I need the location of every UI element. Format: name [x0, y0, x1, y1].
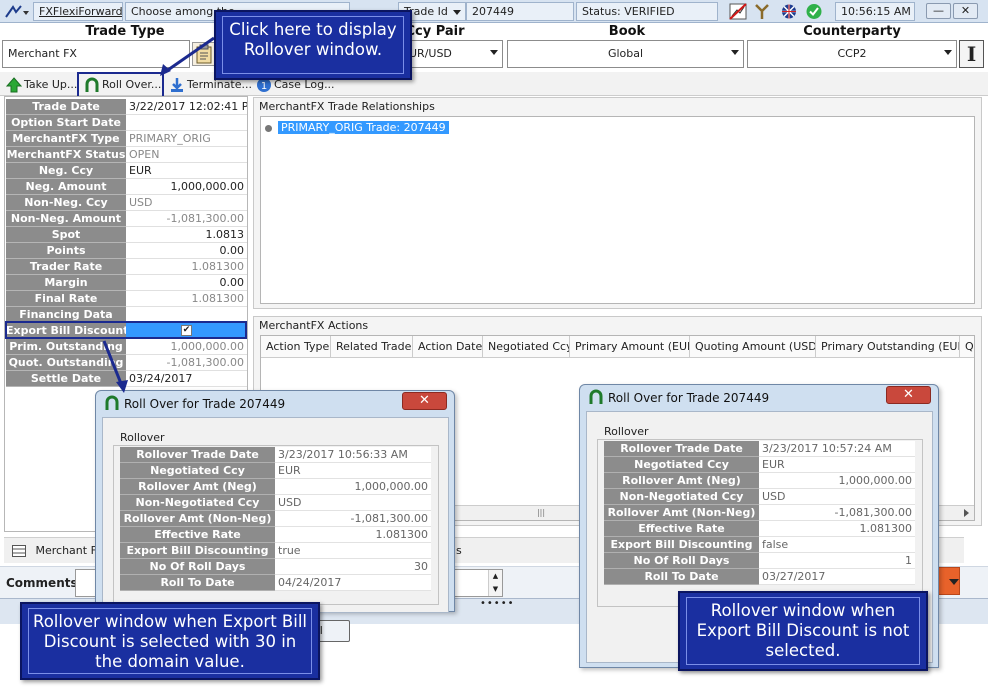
chevron-down-icon — [944, 50, 952, 55]
tree-node-label: PRIMARY_ORIG Trade: 207449 — [278, 121, 449, 134]
merchant-actions-title: MerchantFX Actions — [259, 319, 369, 332]
field-option-start-date: Option Start Date — [5, 115, 248, 131]
status-text: Status: VERIFIED — [576, 2, 718, 21]
column-header[interactable]: Negotiated Ccy — [483, 336, 570, 358]
field-non-neg-ccy: Non-Neg. Ccy USD — [5, 195, 248, 211]
clock-text: 10:56:15 AM — [835, 2, 915, 21]
rollover-dialog-left: Roll Over for Trade 207449 ✕ Rollover Ro… — [95, 390, 455, 613]
close-window-button[interactable]: ✕ — [953, 3, 978, 19]
app-name-link[interactable]: FXFlexiForward — [33, 2, 123, 21]
field-non-neg-amount: Non-Neg. Amount -1,081,300.00 — [5, 211, 248, 227]
clipboard-button[interactable] — [192, 42, 216, 66]
tree-node[interactable]: PRIMARY_ORIG Trade: 207449 — [265, 121, 449, 134]
rollover-icon — [105, 395, 119, 410]
rollover-group-label: Rollover — [120, 431, 165, 444]
relationships-tree[interactable]: PRIMARY_ORIG Trade: 207449 — [260, 116, 975, 304]
column-header[interactable]: Primary Outstanding (EUR) — [816, 336, 960, 358]
book-value: Global — [607, 47, 644, 60]
trade-type-heading: Trade Type — [85, 24, 165, 39]
field-spot: Spot 1.0813 — [5, 227, 248, 243]
arrow-right-icon[interactable] — [961, 508, 971, 518]
ccy-pair-dropdown[interactable]: UR/USD — [403, 40, 503, 68]
column-header[interactable]: Related Trade — [331, 336, 413, 358]
field-merchantfx-type: MerchantFX Type PRIMARY_ORIG — [5, 131, 248, 147]
download-icon — [171, 78, 183, 92]
field-prim-outstanding: Prim. Outstanding 1,000,000.00 — [5, 339, 248, 355]
table-icon — [12, 545, 26, 557]
column-header[interactable]: Qu — [960, 336, 974, 358]
ccy-pair-value: UR/USD — [409, 47, 452, 60]
tab-merchant-fx[interactable]: Merchant FX — [12, 544, 104, 557]
relationships-group: MerchantFX Trade Relationships PRIMARY_O… — [253, 97, 982, 309]
verified-check-icon — [806, 4, 822, 19]
field-trade-date: Trade Date 3/22/2017 12:02:41 PM — [5, 99, 248, 115]
callout-export-selected: Rollover window when Export Bill Discoun… — [20, 602, 320, 680]
column-header[interactable]: Primary Amount (EUR) — [570, 336, 690, 358]
comments-label: Comments — [6, 576, 78, 590]
dialog-title: Roll Over for Trade 207449 — [124, 397, 286, 411]
app-menu-icon[interactable] — [3, 3, 31, 20]
dialog-body: Rollover Rollover Trade Date 3/23/2017 10… — [102, 417, 449, 613]
trade-id-input[interactable]: 207449 — [466, 2, 574, 21]
callout-click-here: Click here to display Rollover window. — [214, 10, 412, 80]
book-dropdown[interactable]: Global — [507, 40, 744, 68]
dialog-close-button[interactable]: ✕ — [886, 386, 931, 404]
chevron-down-icon — [731, 50, 739, 55]
trade-type-field[interactable]: Merchant FX — [2, 40, 190, 68]
tree-node-icon — [265, 124, 272, 132]
chevron-down-icon — [453, 10, 461, 15]
comments-scrollbar[interactable]: ▲ ▼ — [488, 570, 502, 596]
dialog-close-button[interactable]: ✕ — [402, 392, 447, 410]
take-up-label: Take Up... — [24, 78, 78, 91]
field-final-rate: Final Rate 1.081300 — [5, 291, 248, 307]
column-header[interactable]: Quoting Amount (USD) — [690, 336, 816, 358]
fork-icon[interactable] — [755, 4, 769, 19]
counterparty-value: CCP2 — [837, 47, 867, 60]
field-points: Points 0.00 — [5, 243, 248, 259]
callout-export-not-selected: Rollover window when Export Bill Discoun… — [678, 591, 928, 671]
no-chart-icon[interactable] — [729, 3, 747, 20]
flag-icon[interactable] — [782, 4, 796, 19]
chevron-down-icon — [949, 579, 959, 585]
field-neg-amount: Neg. Amount 1,000,000.00 — [5, 179, 248, 195]
info-i-button[interactable]: I — [959, 40, 984, 68]
chevron-down-icon — [490, 50, 498, 55]
relationships-title: MerchantFX Trade Relationships — [259, 100, 435, 113]
minimize-button[interactable]: — — [926, 3, 951, 19]
dialog-title: Roll Over for Trade 207449 — [608, 391, 770, 405]
scroll-grip-icon: ||| — [536, 508, 546, 517]
field-merchantfx-status: MerchantFX Status OPEN — [5, 147, 248, 163]
rollover-icon — [589, 389, 603, 404]
field-neg-ccy: Neg. Ccy EUR — [5, 163, 248, 179]
resize-grip[interactable]: ••••• — [480, 598, 515, 609]
export-bill-discount-highlight — [5, 321, 247, 339]
column-header[interactable]: Action Type — [261, 336, 331, 358]
take-up-button[interactable]: Take Up... — [2, 75, 81, 94]
field-margin: Margin 0.00 — [5, 275, 248, 291]
tab-label-suffix[interactable]: s — [456, 544, 462, 557]
book-heading: Book — [608, 24, 646, 39]
field-trader-rate: Trader Rate 1.081300 — [5, 259, 248, 275]
column-header[interactable]: Action Date — [413, 336, 483, 358]
counterparty-heading: Counterparty — [803, 24, 901, 39]
svg-text:1: 1 — [261, 81, 267, 92]
arrow-up-icon — [6, 77, 22, 93]
field-settle-date: Settle Date 03/24/2017 — [5, 371, 248, 387]
toolbar-icons — [729, 3, 822, 20]
clipboard-icon — [196, 44, 212, 64]
field-quot-outstanding: Quot. Outstanding -1,081,300.00 — [5, 355, 248, 371]
top-toolbar: FXFlexiForward Choose among the Trade Id… — [0, 0, 988, 23]
orange-dropdown-button[interactable] — [936, 567, 960, 595]
rollover-group-label: Rollover — [604, 425, 649, 438]
counterparty-dropdown[interactable]: CCP2 — [747, 40, 957, 68]
roll-over-highlight — [77, 72, 164, 98]
